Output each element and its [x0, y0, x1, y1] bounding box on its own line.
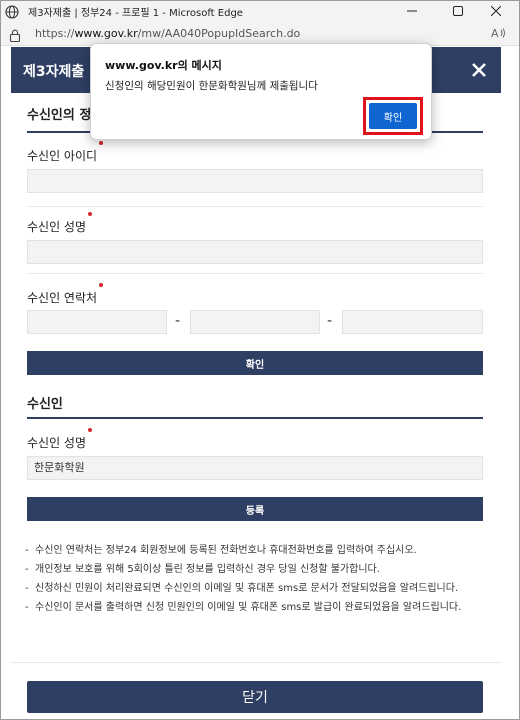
required-marker [99, 283, 103, 287]
row-divider [27, 273, 483, 274]
notice-item: 신청하신 민원이 처리완료되면 수신인의 이메일 및 휴대폰 sms로 문서가 … [25, 581, 485, 597]
confirm-button[interactable]: 확인 [27, 351, 483, 375]
minimize-button[interactable] [389, 1, 435, 21]
url-path: /mw/AA040PopupIdSearch.do [137, 27, 301, 40]
notice-item: 수신인이 문서를 출력하면 신청 민원인의 이메일 및 휴대폰 sms로 발급이… [25, 600, 485, 616]
recipient-name-input[interactable] [27, 240, 483, 264]
required-marker [99, 141, 103, 145]
url-text[interactable]: https://www.gov.kr/mw/AA040PopupIdSearch… [35, 27, 300, 40]
notice-item: 개인정보 보호를 위해 5회이상 틀린 정보를 입력하신 경우 당일 신청할 불… [25, 562, 485, 578]
popup-page: 제3자제출 수신인의 정보 수신인 아이디 수신인 성명 수신인 연락처 - -… [11, 47, 501, 719]
close-page-button[interactable]: 닫기 [27, 681, 483, 713]
recipient-name-value[interactable]: 한문화학원 [27, 456, 483, 480]
dialog-message: 신청인의 해당민원이 한문화학원님께 제출됩니다 [105, 80, 318, 92]
recipient-name-label: 수신인 성명 [27, 436, 87, 450]
notice-item: 수신인 연락처는 정부24 회원정보에 등록된 전화번호나 휴대전화번호를 입력… [25, 543, 485, 559]
svg-text:A: A [491, 27, 499, 40]
close-button[interactable] [457, 47, 501, 93]
row-divider [27, 206, 483, 207]
page-title: 제3자제출 [23, 64, 85, 80]
phone-dash: - [175, 313, 181, 329]
read-aloud-icon[interactable]: A [491, 26, 507, 43]
recipient-name-label: 수신인 성명 [27, 220, 87, 234]
window-title: 제3자제출 | 정부24 - 프로필 1 - Microsoft Edge [28, 8, 243, 19]
phone-part2-input[interactable] [190, 310, 320, 334]
dialog-ok-button[interactable]: 확인 [369, 103, 417, 129]
phone-part3-input[interactable] [342, 310, 483, 334]
title-bar: 제3자제출 | 정부24 - 프로필 1 - Microsoft Edge [1, 1, 519, 21]
phone-dash: - [327, 313, 333, 329]
dialog-title: www.gov.kr의 메시지 [105, 59, 222, 72]
url-prefix: https:// [35, 27, 75, 40]
register-button[interactable]: 등록 [27, 497, 483, 521]
lock-icon[interactable] [9, 27, 21, 46]
footer-divider [11, 662, 501, 663]
recipient-id-input[interactable] [27, 169, 483, 193]
notice-list: 수신인 연락처는 정부24 회원정보에 등록된 전화번호나 휴대전화번호를 입력… [25, 543, 485, 619]
browser-window: 제3자제출 | 정부24 - 프로필 1 - Microsoft Edge ht… [0, 0, 520, 720]
section-title-recipient: 수신인 [27, 397, 63, 412]
section-divider [27, 417, 483, 419]
url-host: www.gov.kr [74, 27, 138, 40]
alert-dialog: www.gov.kr의 메시지 신청인의 해당민원이 한문화학원님께 제출됩니다… [90, 43, 432, 140]
recipient-phone-label: 수신인 연락처 [27, 291, 98, 305]
window-close-icon [491, 6, 501, 16]
recipient-id-label: 수신인 아이디 [27, 149, 98, 163]
minimize-icon [407, 10, 417, 12]
maximize-icon [453, 6, 463, 16]
close-icon [472, 63, 486, 77]
window-close-button[interactable] [473, 1, 519, 21]
required-marker [88, 212, 92, 216]
phone-part1-input[interactable] [27, 310, 167, 334]
globe-icon [5, 4, 19, 19]
required-marker [88, 428, 92, 432]
